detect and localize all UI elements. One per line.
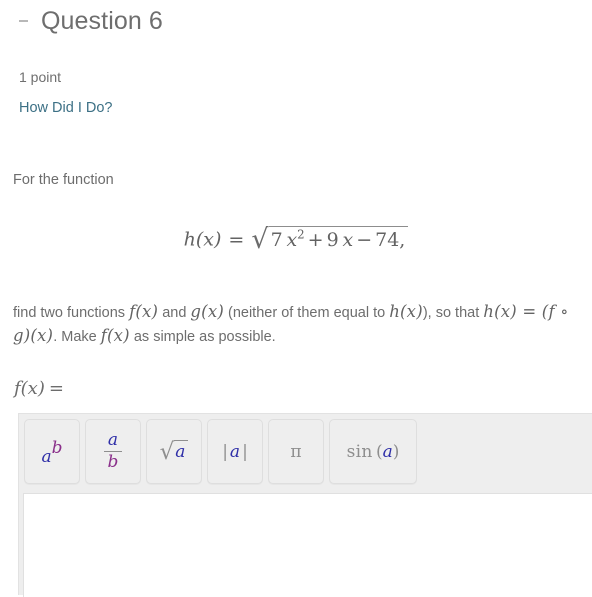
absolute-value-glyph: | a | [220, 442, 250, 462]
sine-glyph: sin (a) [347, 442, 400, 462]
square-root-icon: √ a [159, 438, 189, 465]
square-root-button[interactable]: √ a [146, 419, 202, 484]
fraction-numerator: a [107, 429, 119, 450]
square-root-radicand: a [174, 439, 189, 462]
equation-relation: = [228, 228, 245, 251]
question-header: Question 6 [0, 6, 163, 36]
fraction-glyph: a b [103, 429, 123, 472]
radicand-term2-variable: x [342, 229, 354, 251]
radical-sign: √ [251, 224, 269, 255]
power-button[interactable]: ab [24, 419, 80, 484]
sine-function-name: sin [346, 441, 373, 462]
intro-text: For the function [13, 172, 114, 188]
radicand: 7 x2 +9 x −74, [268, 226, 409, 251]
fraction-button[interactable]: a b [85, 419, 141, 484]
math-toolbar: ab a b √ a | a | π sin (a) [19, 414, 592, 490]
sine-operand: a [382, 441, 393, 462]
task-fx-2: f(x) [100, 326, 130, 346]
function-definition-equation: h(x) = √ 7 x2 +9 x −74, [0, 224, 592, 255]
answer-label-equals: = [48, 378, 64, 399]
task-text-part-2: and [158, 305, 191, 321]
radicand-term2-coefficient: 9 [326, 229, 339, 251]
answer-label: f(x) = [14, 378, 64, 399]
fraction-denominator: b [103, 451, 123, 472]
task-text-part-4: ), so that [422, 305, 480, 321]
task-text-part-5: . Make [53, 329, 101, 346]
task-text-part-3: (neither of them equal to [223, 305, 390, 321]
abs-left-bar: | [222, 441, 228, 462]
power-exponent: b [51, 437, 63, 458]
sine-close-paren: ) [392, 441, 400, 462]
answer-label-fx: f(x) [14, 378, 45, 399]
sine-open-paren: ( [376, 441, 383, 462]
points-label: 1 point [19, 69, 62, 85]
pi-button[interactable]: π [268, 419, 324, 484]
abs-operand: a [229, 441, 241, 462]
radicand-operator-1: + [307, 229, 324, 251]
radicand-coefficient: 7 [270, 229, 283, 251]
radicand-constant: 74, [375, 229, 406, 251]
pi-icon: π [290, 441, 302, 462]
task-text-part-1: find two functions [13, 305, 130, 321]
radicand-variable: x [286, 229, 298, 251]
absolute-value-button[interactable]: | a | [207, 419, 263, 484]
answer-input[interactable] [23, 493, 592, 597]
task-fx-1: f(x) [129, 302, 159, 321]
task-gx: g(x) [190, 302, 224, 321]
radical-expression: √ 7 x2 +9 x −74, [251, 224, 409, 255]
radicand-operator-2: − [356, 229, 373, 251]
abs-right-bar: | [242, 441, 248, 462]
task-hx: h(x) [389, 302, 423, 321]
task-text-part-6: as simple as possible. [129, 329, 276, 346]
power-base: a [41, 446, 52, 467]
radicand-exponent: 2 [297, 227, 305, 242]
math-editor-panel: ab a b √ a | a | π sin (a) [18, 413, 592, 597]
minus-icon-glyph [18, 20, 28, 22]
equation-lhs: h(x) [183, 228, 222, 251]
sine-button[interactable]: sin (a) [329, 419, 417, 484]
page-title: Question 6 [41, 6, 163, 35]
square-root-sign: √ [159, 438, 175, 465]
minus-icon[interactable] [12, 6, 34, 36]
task-text: find two functions f(x) and g(x) (neithe… [13, 300, 573, 348]
how-did-i-do-link[interactable]: How Did I Do? [19, 100, 112, 116]
